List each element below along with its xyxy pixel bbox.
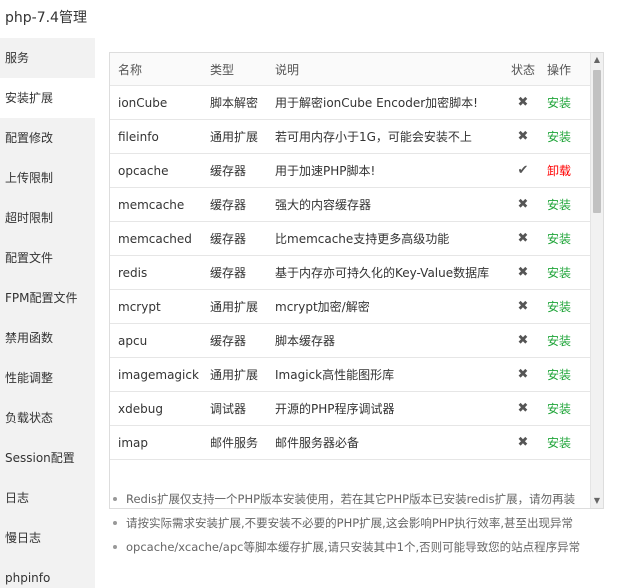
extension-description: Imagick高性能图形库: [275, 368, 395, 382]
table-row: opcache 缓存器 用于加速PHP脚本! ✔ 卸载: [110, 154, 592, 188]
tips-list: Redis扩展仅支持一个PHP版本安装使用，若在其它PHP版本已安装redis扩…: [109, 487, 609, 559]
extensions-table: 名称 类型 说明 状态 操作 ionCube 脚本解密 用于解密ionCube …: [109, 52, 604, 509]
not-installed-icon: ✖: [517, 435, 529, 450]
extension-type: 缓存器: [210, 164, 247, 178]
extension-description: 基于内存亦可持久化的Key-Value数据库: [275, 266, 490, 280]
install-button[interactable]: 安装: [547, 120, 587, 153]
extension-type: 通用扩展: [210, 368, 259, 382]
uninstall-button[interactable]: 卸载: [547, 154, 587, 187]
sidebar-item-service[interactable]: 服务: [0, 38, 95, 78]
extension-description: 若可用内存小于1G，可能会安装不上: [275, 130, 472, 144]
sidebar-item-fpm-config-file[interactable]: FPM配置文件: [0, 278, 95, 318]
install-button[interactable]: 安装: [547, 256, 587, 289]
extension-name: memcache: [118, 197, 185, 212]
sidebar-item-disabled-functions[interactable]: 禁用函数: [0, 318, 95, 358]
sidebar-item-config-file[interactable]: 配置文件: [0, 238, 95, 278]
sidebar-item-install-extensions[interactable]: 安装扩展: [0, 78, 95, 118]
extension-name: memcached: [118, 231, 192, 246]
install-button[interactable]: 安装: [547, 426, 587, 459]
extension-name: imap: [118, 435, 148, 450]
extension-description: 脚本缓存器: [275, 334, 336, 348]
not-installed-icon: ✖: [517, 129, 529, 144]
sidebar-item-log[interactable]: 日志: [0, 478, 95, 518]
installed-check-icon: ✔: [517, 163, 529, 178]
extension-name: xdebug: [118, 401, 163, 416]
extension-name: opcache: [118, 163, 169, 178]
sidebar-item-load-status[interactable]: 负载状态: [0, 398, 95, 438]
install-button[interactable]: 安装: [547, 290, 587, 323]
extension-description: 开源的PHP程序调试器: [275, 402, 395, 416]
table-row: mcrypt 通用扩展 mcrypt加密/解密 ✖ 安装: [110, 290, 592, 324]
extension-type: 调试器: [210, 402, 247, 416]
install-button[interactable]: 安装: [547, 188, 587, 221]
extension-name: ionCube: [118, 95, 168, 110]
install-button[interactable]: 安装: [547, 358, 587, 391]
extension-name: apcu: [118, 333, 148, 348]
extension-type: 脚本解密: [210, 96, 259, 110]
sidebar-item-timeout-limit[interactable]: 超时限制: [0, 198, 95, 238]
not-installed-icon: ✖: [517, 265, 529, 280]
extension-type: 通用扩展: [210, 130, 259, 144]
not-installed-icon: ✖: [517, 401, 529, 416]
install-button[interactable]: 安装: [547, 86, 587, 119]
table-header-row: 名称 类型 说明 状态 操作: [110, 53, 592, 86]
window-titlebar: php-7.4管理: [0, 0, 618, 34]
sidebar-item-upload-limit[interactable]: 上传限制: [0, 158, 95, 198]
extension-type: 缓存器: [210, 266, 247, 280]
header-type: 类型: [210, 62, 235, 77]
scrollbar-thumb[interactable]: [593, 70, 601, 213]
extension-description: 用于解密ionCube Encoder加密脚本!: [275, 96, 478, 110]
window-title: php-7.4管理: [5, 10, 87, 26]
extension-type: 缓存器: [210, 198, 247, 212]
table-row: memcached 缓存器 比memcache支持更多高级功能 ✖ 安装: [110, 222, 592, 256]
extension-description: 用于加速PHP脚本!: [275, 164, 376, 178]
sidebar-item-performance-tuning[interactable]: 性能调整: [0, 358, 95, 398]
tip-item: Redis扩展仅支持一个PHP版本安装使用，若在其它PHP版本已安装redis扩…: [109, 487, 609, 511]
sidebar-item-config-edit[interactable]: 配置修改: [0, 118, 95, 158]
extension-description: 比memcache支持更多高级功能: [275, 232, 450, 246]
sidebar-item-phpinfo[interactable]: phpinfo: [0, 558, 95, 588]
extension-type: 通用扩展: [210, 300, 259, 314]
not-installed-icon: ✖: [517, 197, 529, 212]
table-row: ionCube 脚本解密 用于解密ionCube Encoder加密脚本! ✖ …: [110, 86, 592, 120]
install-button[interactable]: 安装: [547, 392, 587, 425]
extension-type: 缓存器: [210, 232, 247, 246]
table-row: apcu 缓存器 脚本缓存器 ✖ 安装: [110, 324, 592, 358]
not-installed-icon: ✖: [517, 367, 529, 382]
tip-item: opcache/xcache/apc等脚本缓存扩展,请只安装其中1个,否则可能导…: [109, 535, 609, 559]
sidebar-item-slow-log[interactable]: 慢日志: [0, 518, 95, 558]
extension-description: 邮件服务器必备: [275, 436, 360, 450]
extension-description: 强大的内容缓存器: [275, 198, 372, 212]
not-installed-icon: ✖: [517, 333, 529, 348]
main-panel: 名称 类型 说明 状态 操作 ionCube 脚本解密 用于解密ionCube …: [95, 38, 618, 588]
not-installed-icon: ✖: [517, 95, 529, 110]
not-installed-icon: ✖: [517, 231, 529, 246]
header-action: 操作: [547, 62, 572, 77]
sidebar-item-session-config[interactable]: Session配置: [0, 438, 95, 478]
scroll-up-icon[interactable]: ▲: [591, 53, 603, 67]
table-row: redis 缓存器 基于内存亦可持久化的Key-Value数据库 ✖ 安装: [110, 256, 592, 290]
header-status: 状态: [510, 62, 535, 77]
extension-description: mcrypt加密/解密: [275, 300, 370, 314]
table-scrollbar[interactable]: ▲ ▼: [590, 53, 603, 508]
table-row: fileinfo 通用扩展 若可用内存小于1G，可能会安装不上 ✖ 安装: [110, 120, 592, 154]
extension-name: mcrypt: [118, 299, 161, 314]
extension-name: redis: [118, 265, 148, 280]
extension-type: 缓存器: [210, 334, 247, 348]
install-button[interactable]: 安装: [547, 324, 587, 357]
extension-name: imagemagick: [118, 367, 199, 382]
table-row: memcache 缓存器 强大的内容缓存器 ✖ 安装: [110, 188, 592, 222]
not-installed-icon: ✖: [517, 299, 529, 314]
table-row: xdebug 调试器 开源的PHP程序调试器 ✖ 安装: [110, 392, 592, 426]
table-row: imagemagick 通用扩展 Imagick高性能图形库 ✖ 安装: [110, 358, 592, 392]
extension-name: fileinfo: [118, 129, 159, 144]
extension-type: 邮件服务: [210, 436, 259, 450]
tip-item: 请按实际需求安装扩展,不要安装不必要的PHP扩展,这会影响PHP执行效率,甚至出…: [109, 511, 609, 535]
header-name: 名称: [118, 62, 143, 77]
table-row: imap 邮件服务 邮件服务器必备 ✖ 安装: [110, 426, 592, 460]
extensions-table-body: 名称 类型 说明 状态 操作 ionCube 脚本解密 用于解密ionCube …: [110, 53, 592, 460]
install-button[interactable]: 安装: [547, 222, 587, 255]
sidebar: 服务 安装扩展 配置修改 上传限制 超时限制 配置文件 FPM配置文件 禁用函数…: [0, 38, 95, 588]
header-description: 说明: [275, 62, 300, 77]
